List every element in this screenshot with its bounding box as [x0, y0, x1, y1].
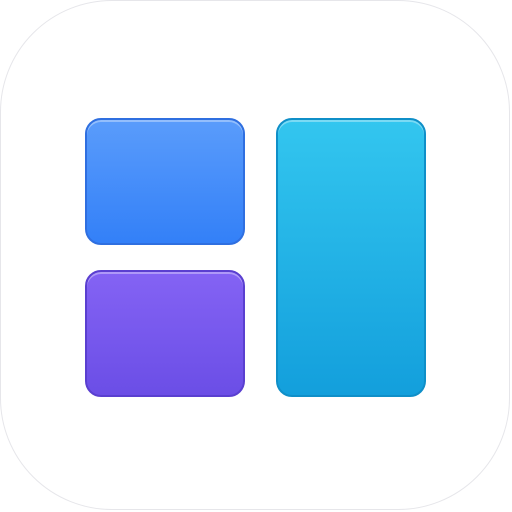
- layout-tile-top-left: [85, 118, 245, 245]
- layout-tile-right: [276, 118, 426, 397]
- layout-tile-bottom-left: [85, 270, 245, 397]
- layout-grid-icon: [0, 0, 510, 510]
